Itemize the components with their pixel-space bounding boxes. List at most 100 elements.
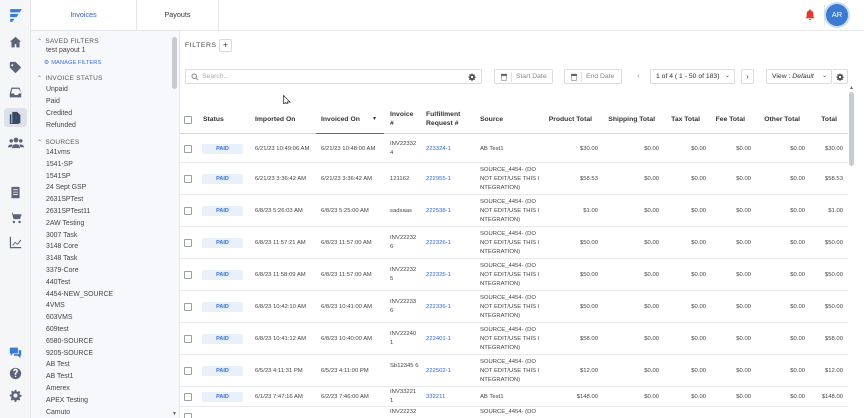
source-item[interactable]: 2AW Testing — [46, 220, 84, 227]
cell-fulfillment-request[interactable]: 222401-1 — [426, 335, 451, 344]
table-row[interactable]: INV22232 SOURCE_4454- (DO — [180, 407, 848, 418]
inbox-icon[interactable] — [8, 85, 23, 100]
status-item-refunded[interactable]: Refunded — [46, 122, 76, 129]
tag-icon[interactable] — [8, 60, 23, 75]
source-item[interactable]: 1541-SP — [46, 161, 73, 168]
source-item[interactable]: 3379-Core — [46, 267, 79, 274]
cell-fulfillment-request[interactable]: 222336-1 — [426, 303, 451, 312]
invoice-status-heading[interactable]: ⌃ INVOICE STATUS — [37, 75, 103, 82]
avatar[interactable]: AR — [826, 4, 848, 26]
source-item[interactable]: 141vms — [46, 149, 70, 156]
source-item[interactable]: 3007 Task — [46, 232, 77, 239]
invoices-icon[interactable] — [4, 108, 27, 127]
row-checkbox[interactable] — [184, 303, 192, 311]
bell-icon[interactable] — [804, 8, 816, 21]
cell-fulfillment-request[interactable]: 222955-1 — [426, 175, 451, 184]
source-item[interactable]: 6580-SOURCE — [46, 338, 93, 345]
row-checkbox[interactable] — [184, 393, 192, 401]
table-row[interactable]: PAID 6/8/23 10:41:12 AM 6/8/23 10:40:00 AM… — [180, 323, 848, 355]
col-fee-total[interactable]: Fee Total — [705, 115, 745, 124]
row-checkbox[interactable] — [184, 175, 192, 183]
source-item[interactable]: 609test — [46, 326, 69, 333]
status-item-paid[interactable]: Paid — [46, 98, 60, 105]
saved-filter-item[interactable]: test payout 1 — [46, 47, 85, 54]
page-select[interactable]: 1 of 4 ( 1 - 50 of 183) ⌄ — [650, 69, 735, 84]
chart-icon[interactable] — [8, 235, 23, 250]
select-all-checkbox[interactable] — [184, 116, 192, 124]
source-item[interactable]: Camuto — [46, 409, 70, 416]
source-item[interactable]: 9205-SOURCE — [46, 350, 93, 357]
col-tax-total[interactable]: Tax Total — [660, 115, 700, 124]
row-checkbox[interactable] — [184, 367, 192, 375]
row-checkbox[interactable] — [184, 145, 192, 153]
source-item[interactable]: AB Test — [46, 361, 70, 368]
row-checkbox[interactable] — [184, 207, 192, 215]
source-item[interactable]: 4VMS — [46, 302, 65, 309]
table-row[interactable]: PAID 6/8/23 11:58:09 AM 6/8/23 11:57:00 AM… — [180, 259, 848, 291]
col-product-total[interactable]: Product Total — [540, 115, 592, 124]
table-row[interactable]: PAID 6/5/23 4:11:31 PM 6/5/23 4:11:00 PM Sb… — [180, 355, 848, 387]
source-item[interactable]: 440Test — [46, 279, 70, 286]
tab-payouts[interactable]: Payouts — [137, 0, 219, 31]
next-page-button[interactable]: › — [741, 69, 754, 84]
source-item[interactable]: 603VMS — [46, 314, 72, 321]
cell-fulfillment-request[interactable]: 222538-1 — [426, 207, 451, 216]
row-checkbox[interactable] — [184, 335, 192, 343]
col-source[interactable]: Source — [480, 115, 503, 124]
table-row[interactable]: PAID 6/21/23 10:49:06 AM 6/21/23 10:48:00 … — [180, 135, 848, 163]
home-icon[interactable] — [8, 35, 23, 50]
col-imported-on[interactable]: Imported On — [255, 115, 295, 124]
cell-fulfillment-request[interactable]: 222326-1 — [426, 239, 451, 248]
cell-fulfillment-request[interactable]: 223324-1 — [426, 145, 451, 154]
help-icon[interactable] — [8, 366, 23, 381]
source-item[interactable]: 2631SPTest11 — [46, 208, 90, 215]
table-scrollbar[interactable]: ▲ — [848, 85, 856, 418]
row-checkbox[interactable] — [184, 271, 192, 279]
col-fulfillment-request[interactable]: Fulfillment Request # — [426, 110, 460, 128]
scroll-up-arrow-icon[interactable]: ▲ — [849, 85, 854, 91]
table-row[interactable]: PAID 6/8/23 10:42:10 AM 6/8/23 10:41:00 AM… — [180, 291, 848, 323]
manage-filters-link[interactable]: ⚙ MANAGE FILTERS — [44, 60, 101, 66]
table-row[interactable]: PAID 6/8/23 11:57:21 AM 6/8/23 11:57:00 AM… — [180, 227, 848, 259]
source-item[interactable]: Amerex — [46, 385, 70, 392]
col-status[interactable]: Status — [203, 115, 224, 124]
source-item[interactable]: 2631SPTest — [46, 196, 83, 203]
source-item[interactable]: 24 Sept GSP — [46, 184, 86, 191]
sidebar-scrollbar[interactable] — [172, 37, 177, 89]
cell-fulfillment-request[interactable]: 222325-1 — [426, 271, 451, 280]
search-input[interactable]: Search... — [185, 69, 482, 84]
view-select[interactable]: View : Default ⌄ — [766, 69, 832, 84]
source-item[interactable]: APEX Testing — [46, 397, 88, 404]
col-shipping-total[interactable]: Shipping Total — [600, 115, 655, 124]
source-item[interactable]: 1541SP — [46, 173, 71, 180]
end-date-field[interactable]: End Date — [564, 69, 622, 84]
report-icon[interactable] — [8, 185, 23, 200]
status-item-credited[interactable]: Credited — [46, 110, 72, 117]
status-item-unpaid[interactable]: Unpaid — [46, 86, 68, 93]
view-settings-button[interactable] — [833, 69, 848, 84]
sources-heading[interactable]: ⌃ SOURCES — [37, 139, 80, 146]
cart-icon[interactable] — [8, 210, 23, 225]
scroll-down-arrow-icon[interactable]: ▼ — [172, 411, 177, 417]
scrollbar-thumb[interactable] — [849, 92, 854, 166]
prev-page-button[interactable]: ‹ — [632, 69, 645, 84]
users-icon[interactable] — [7, 135, 24, 150]
col-invoice-number[interactable]: Invoice # — [390, 110, 413, 128]
source-item[interactable]: 3148 Task — [46, 255, 77, 262]
chat-icon[interactable] — [8, 345, 23, 360]
add-filter-button[interactable]: + — [219, 39, 232, 52]
table-row[interactable]: PAID 6/8/23 5:26:03 AM 6/8/23 5:25:00 AM sa… — [180, 195, 848, 227]
start-date-field[interactable]: Start Date — [494, 69, 553, 84]
row-checkbox[interactable] — [184, 413, 192, 418]
saved-filters-heading[interactable]: ⌃ SAVED FILTERS — [37, 38, 99, 45]
cell-fulfillment-request[interactable]: 222502-1 — [426, 367, 451, 376]
table-row[interactable]: PAID 6/21/23 3:36:42 AM 6/21/23 3:36:42 AM… — [180, 163, 848, 195]
source-item[interactable]: 4454-NEW_SOURCE — [46, 291, 113, 298]
col-total[interactable]: Total — [810, 115, 837, 124]
source-item[interactable]: AB Test1 — [46, 373, 73, 380]
logo-icon[interactable] — [7, 7, 24, 24]
cell-fulfillment-request[interactable]: 332211 — [426, 393, 445, 402]
gear-icon[interactable] — [468, 73, 476, 81]
table-row[interactable]: PAID 6/1/23 7:47:16 AM 6/2/23 7:46:00 AM IN… — [180, 387, 848, 407]
tab-invoices[interactable]: Invoices — [31, 0, 137, 31]
